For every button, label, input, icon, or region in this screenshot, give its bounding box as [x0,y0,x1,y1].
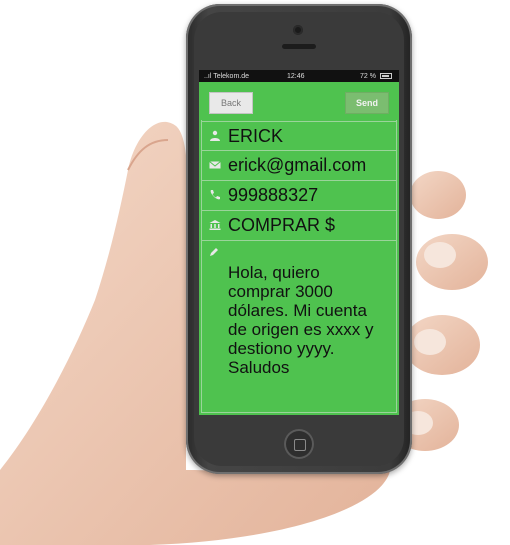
phone-value: 999888327 [228,185,319,205]
message-value: Hola, quiero comprar 3000 dólares. Mi cu… [228,263,374,377]
battery-percent: 72 % [360,72,376,80]
email-value: erick@gmail.com [228,155,367,175]
carrier-label: ..ıl Telekom.de [204,72,250,80]
status-bar: ..ıl Telekom.de 12:46 72 % [199,70,399,82]
name-field[interactable]: ERICK [201,121,397,150]
front-camera [293,25,303,35]
user-icon [210,130,220,141]
earpiece-speaker [282,44,316,49]
send-button[interactable]: Send [345,92,389,114]
clock: 12:46 [287,72,305,80]
subject-field[interactable]: COMPRAR $ [201,210,397,239]
bank-icon [209,220,221,230]
email-field[interactable]: erick@gmail.com [201,150,397,179]
pencil-icon [210,248,218,256]
message-field[interactable]: Hola, quiero comprar 3000 dólares. Mi cu… [201,240,397,413]
back-button[interactable]: Back [209,92,253,114]
phone-icon [210,190,220,200]
subject-value: COMPRAR $ [228,215,336,235]
name-value: ERICK [228,126,284,146]
envelope-icon [209,161,221,169]
phone-screen: ..ıl Telekom.de 12:46 72 % Back Send ERI… [199,70,399,415]
nav-bar: Back Send [199,82,399,120]
phone-field[interactable]: 999888327 [201,180,397,209]
battery-icon [380,73,392,79]
home-button[interactable] [284,429,314,459]
